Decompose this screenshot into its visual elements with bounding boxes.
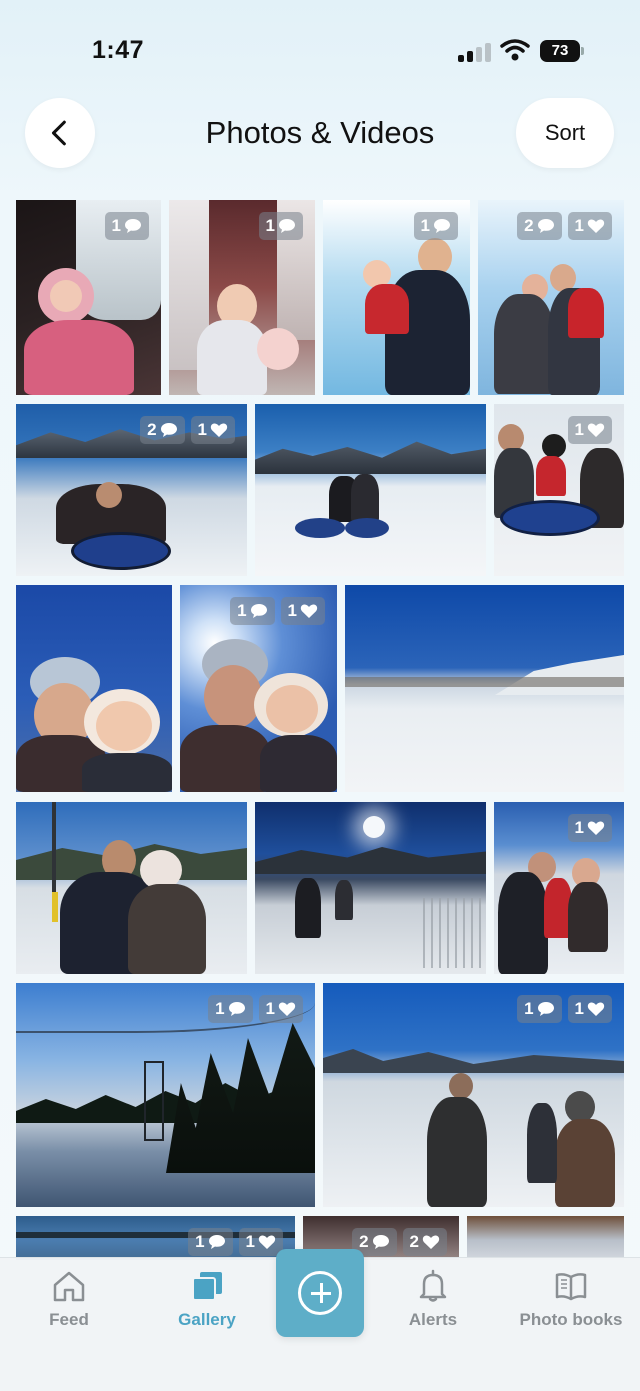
- like-count: 1: [574, 216, 584, 235]
- status-bar: 1:47 73: [0, 0, 640, 100]
- comment-count: 1: [195, 1232, 205, 1251]
- header: Photos & Videos Sort: [0, 98, 640, 170]
- like-count: 1: [287, 601, 297, 620]
- nav-feed[interactable]: Feed: [4, 1268, 134, 1330]
- heart-icon: [278, 1002, 296, 1016]
- comment-count-badge: 1: [104, 212, 149, 240]
- photo-tile[interactable]: 1: [323, 200, 470, 395]
- photo-tile[interactable]: 1: [169, 200, 315, 395]
- comment-icon: [208, 1235, 225, 1249]
- like-count-badge: 1: [567, 212, 612, 240]
- photo-tile[interactable]: [255, 404, 486, 576]
- like-count: 1: [574, 420, 584, 439]
- like-count: 1: [265, 999, 275, 1018]
- nav-alerts[interactable]: Alerts: [368, 1268, 498, 1330]
- photo-tile[interactable]: 1: [494, 404, 624, 576]
- plus-icon: [298, 1271, 342, 1315]
- heart-icon: [587, 219, 605, 233]
- status-time: 1:47: [92, 36, 145, 64]
- photo-tile[interactable]: 11: [180, 585, 337, 792]
- photo-tile[interactable]: 1: [494, 802, 624, 974]
- photo-tile[interactable]: 11: [323, 983, 624, 1207]
- photo-tile[interactable]: 1: [16, 200, 161, 395]
- comment-icon: [434, 219, 450, 233]
- nav-alerts-label: Alerts: [408, 1310, 458, 1329]
- comment-icon: [537, 219, 554, 233]
- like-count-badge: 1: [567, 416, 612, 444]
- comment-count: 1: [265, 216, 275, 235]
- comment-count: 1: [215, 999, 225, 1018]
- comment-count: 2: [524, 216, 534, 235]
- like-count-badge: 2: [402, 1228, 447, 1256]
- nav-photo-books-label: Photo books: [519, 1310, 623, 1329]
- like-count-badge: 1: [190, 416, 235, 444]
- photo-tile[interactable]: [16, 585, 172, 792]
- add-photo-button[interactable]: [276, 1249, 364, 1337]
- like-count-badge: 1: [258, 995, 303, 1023]
- comment-count-badge: 1: [258, 212, 303, 240]
- sort-button[interactable]: Sort: [516, 98, 614, 168]
- bottom-nav: Feed Gallery Alerts Photo books: [0, 1249, 640, 1391]
- comment-icon: [372, 1235, 389, 1249]
- heart-icon: [258, 1235, 276, 1249]
- photo-tile[interactable]: [16, 802, 247, 974]
- nav-gallery[interactable]: Gallery: [142, 1268, 272, 1330]
- comment-icon: [250, 604, 267, 618]
- comment-icon: [125, 219, 141, 233]
- comment-count-badge: 2: [517, 212, 562, 240]
- photo-tile[interactable]: [467, 1216, 624, 1260]
- cellular-signal-icon: [458, 42, 492, 62]
- comment-count: 1: [237, 601, 247, 620]
- nav-gallery-label: Gallery: [178, 1310, 236, 1329]
- photo-tile[interactable]: 11: [16, 983, 315, 1207]
- comment-icon: [537, 1002, 554, 1016]
- photo-tile[interactable]: [345, 585, 624, 792]
- heart-icon: [300, 604, 318, 618]
- heart-icon: [422, 1235, 440, 1249]
- heart-icon: [587, 821, 605, 835]
- photo-gallery: 1 1 1 21 21 1 1 1 1 1 1 1 1 1 1 2 2: [0, 200, 640, 1260]
- comment-count-badge: 1: [413, 212, 458, 240]
- like-count: 1: [197, 420, 207, 439]
- wifi-icon: [500, 38, 530, 62]
- like-count-badge: 1: [567, 814, 612, 842]
- comment-count: 2: [147, 420, 157, 439]
- like-count: 1: [574, 818, 584, 837]
- heart-icon: [587, 423, 605, 437]
- photo-tile[interactable]: 21: [16, 404, 247, 576]
- home-icon: [53, 1271, 85, 1302]
- like-count: 2: [409, 1232, 419, 1251]
- photo-tile[interactable]: [255, 802, 486, 974]
- comment-icon: [160, 423, 177, 437]
- heart-icon: [210, 423, 228, 437]
- comment-count-badge: 1: [230, 597, 275, 625]
- like-count-badge: 1: [238, 1228, 283, 1256]
- comment-count: 2: [359, 1232, 369, 1251]
- comment-count-badge: 1: [517, 995, 562, 1023]
- bell-icon: [419, 1269, 447, 1302]
- photo-tile[interactable]: 21: [478, 200, 624, 395]
- comment-count: 1: [420, 216, 430, 235]
- nav-feed-label: Feed: [49, 1310, 89, 1329]
- photo-tile[interactable]: 11: [16, 1216, 295, 1260]
- nav-photo-books[interactable]: Photo books: [506, 1268, 636, 1330]
- comment-count: 1: [524, 999, 534, 1018]
- like-count: 1: [574, 999, 584, 1018]
- comment-count-badge: 1: [188, 1228, 233, 1256]
- book-icon: [555, 1273, 587, 1301]
- comment-icon: [279, 219, 295, 233]
- comment-count-badge: 2: [140, 416, 185, 444]
- battery-icon: 73: [540, 40, 584, 62]
- comment-count: 1: [111, 216, 121, 235]
- comment-count-badge: 1: [208, 995, 253, 1023]
- gallery-icon: [192, 1272, 222, 1301]
- like-count-badge: 1: [567, 995, 612, 1023]
- like-count: 1: [245, 1232, 255, 1251]
- comment-icon: [228, 1002, 245, 1016]
- heart-icon: [587, 1002, 605, 1016]
- battery-level: 73: [540, 40, 580, 62]
- like-count-badge: 1: [280, 597, 325, 625]
